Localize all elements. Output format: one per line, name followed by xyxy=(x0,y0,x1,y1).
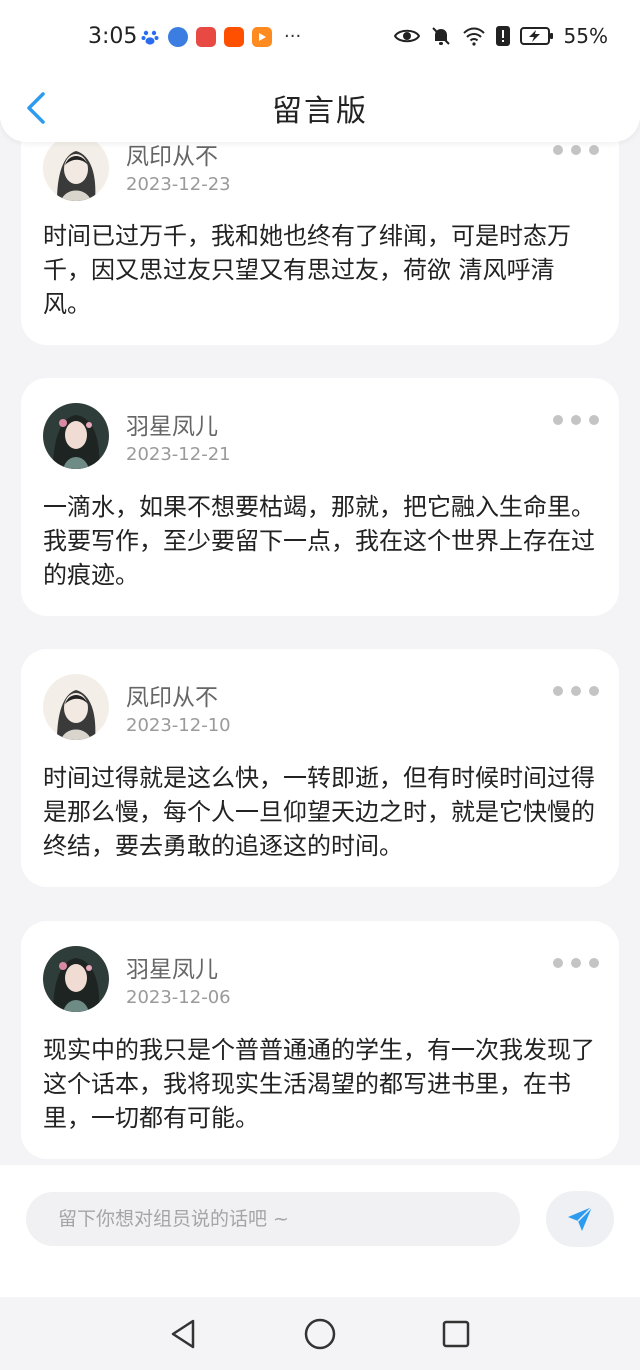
more-options-button[interactable] xyxy=(553,956,599,970)
message-date: 2023-12-10 xyxy=(126,715,231,736)
system-nav-bar xyxy=(0,1297,640,1370)
nav-back-button[interactable] xyxy=(164,1315,202,1353)
app-header: 3:05 ··· 55% 留言版 xyxy=(0,0,640,142)
message-card: 羽星凤儿 2023-12-21 一滴水，如果不想要枯竭，那就，把它融入生命里。我… xyxy=(21,378,619,616)
more-options-button[interactable] xyxy=(553,413,599,427)
message-text: 时间已过万千，我和她也终有了绯闻，可是时态万千，因又思过友只望又有思过友，荷欲 … xyxy=(43,222,571,318)
avatar[interactable] xyxy=(43,403,109,469)
notification-icons: ··· xyxy=(140,26,301,47)
title-bar: 留言版 xyxy=(0,76,640,142)
more-options-button[interactable] xyxy=(553,143,599,157)
status-time: 3:05 xyxy=(88,24,138,49)
message-card: 羽星凤儿 2023-12-06 现实中的我只是个普普通通的学生，有一次我发现了这… xyxy=(21,921,619,1159)
nav-home-button[interactable] xyxy=(301,1315,339,1353)
message-text: 一滴水，如果不想要枯竭，那就，把它融入生命里。我要写作，至少要留下一点，我在这个… xyxy=(43,493,595,589)
bell-muted-icon xyxy=(430,25,452,47)
message-text: 现实中的我只是个普普通通的学生，有一次我发现了这个话本，我将现实生活渴望的都写进… xyxy=(43,1036,595,1132)
status-more: ··· xyxy=(284,26,302,47)
message-input[interactable] xyxy=(26,1192,520,1246)
message-date: 2023-12-06 xyxy=(126,987,231,1008)
send-button[interactable] xyxy=(546,1191,614,1247)
app-red-square-icon xyxy=(196,26,216,47)
alert-icon xyxy=(495,26,510,46)
square-recents-icon xyxy=(442,1320,470,1348)
eye-icon xyxy=(393,27,420,45)
circle-home-icon xyxy=(304,1318,336,1350)
system-status: 55% xyxy=(393,24,608,48)
video-play-icon xyxy=(252,26,272,47)
message-date: 2023-12-23 xyxy=(126,174,231,195)
more-options-button[interactable] xyxy=(553,684,599,698)
avatar[interactable] xyxy=(43,946,109,1012)
app-circle-icon xyxy=(168,26,188,47)
author-name: 凤印从不 xyxy=(126,144,218,170)
avatar[interactable] xyxy=(43,135,109,201)
author-name: 凤印从不 xyxy=(126,685,218,711)
status-bar: 3:05 ··· 55% xyxy=(0,0,640,76)
message-input-bar xyxy=(0,1165,640,1297)
baidu-paw-icon xyxy=(140,27,160,47)
message-text: 时间过得就是这么快，一转即逝，但有时候时间过得是那么慢，每个人一旦仰望天边之时，… xyxy=(43,764,595,860)
message-card: 凤印从不 2023-12-10 时间过得就是这么快，一转即逝，但有时候时间过得是… xyxy=(21,649,619,887)
battery-percent: 55% xyxy=(563,24,608,48)
battery-charging-icon xyxy=(519,26,554,46)
page-title: 留言版 xyxy=(272,94,368,129)
message-list[interactable]: 凤印从不 2023-12-23 时间已过万千，我和她也终有了绯闻，可是时态万千，… xyxy=(0,0,640,1165)
author-name: 羽星凤儿 xyxy=(126,414,218,440)
author-name: 羽星凤儿 xyxy=(126,957,218,983)
send-icon xyxy=(568,1206,593,1231)
nav-recents-button[interactable] xyxy=(437,1315,475,1353)
avatar[interactable] xyxy=(43,674,109,740)
triangle-back-icon xyxy=(171,1319,195,1349)
taobao-icon xyxy=(224,26,244,47)
wifi-icon xyxy=(462,26,486,46)
message-date: 2023-12-21 xyxy=(126,444,231,465)
